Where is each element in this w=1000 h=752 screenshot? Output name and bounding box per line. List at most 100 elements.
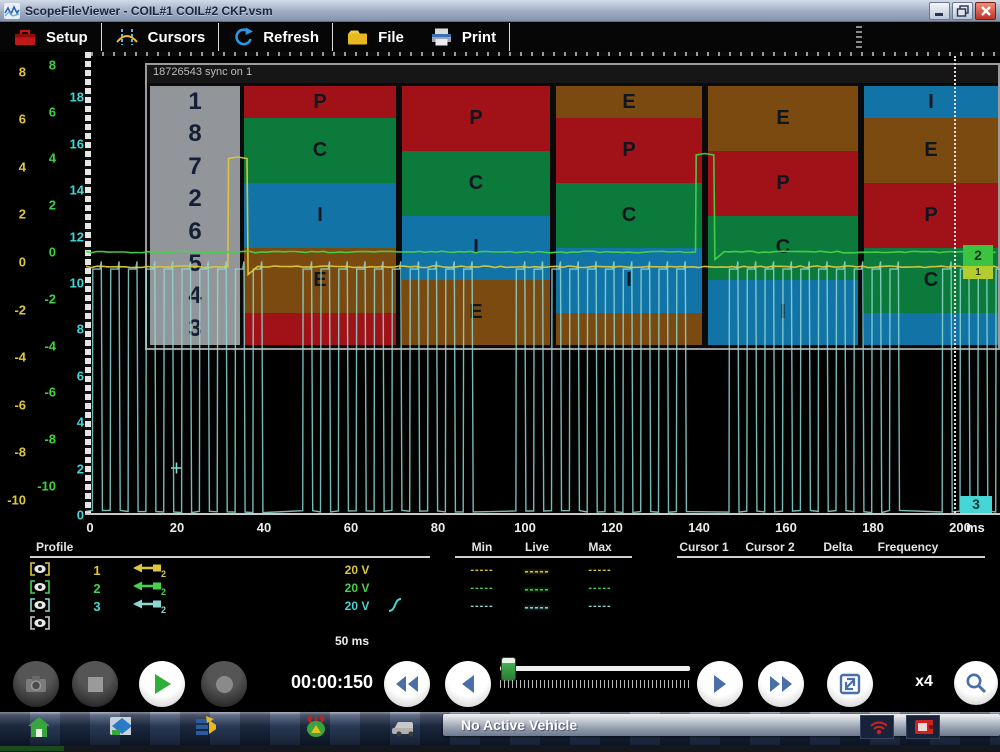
- step-back-icon: [459, 673, 477, 695]
- toolbar-grip[interactable]: [856, 26, 862, 48]
- setup-button[interactable]: Setup: [0, 22, 101, 52]
- step-back-button[interactable]: [445, 661, 491, 707]
- rewind-button[interactable]: [384, 661, 430, 707]
- window-title: ScopeFileViewer - COIL#1 COIL#2 CKP.vsm: [25, 4, 927, 18]
- wifi-button[interactable]: [860, 715, 894, 739]
- cylinder-number: 2: [150, 187, 240, 211]
- stop-button[interactable]: [72, 661, 118, 707]
- y-axis-tick: -8: [0, 445, 26, 460]
- y-axis-tick: 0: [30, 245, 56, 260]
- measurement-value: -----: [525, 564, 550, 578]
- stroke-label: I: [317, 204, 323, 227]
- print-button[interactable]: Print: [417, 22, 509, 52]
- top-tick-strip: [91, 52, 1000, 56]
- refresh-icon: [232, 27, 254, 47]
- fullscreen-button[interactable]: [827, 661, 873, 707]
- channel1-probe-icon[interactable]: 2: [132, 561, 168, 578]
- profile-header: Profile: [36, 540, 73, 554]
- y-axis-tick: -2: [0, 302, 26, 317]
- y-axis-tick: 16: [58, 136, 84, 151]
- trigger-cross-marker[interactable]: [171, 463, 182, 474]
- stroke-label: P: [622, 139, 635, 162]
- stroke-label: E: [776, 107, 789, 130]
- y-axis-tick: 2: [30, 198, 56, 213]
- time-cursor-line[interactable]: [954, 56, 956, 513]
- y-axis-tick: -8: [30, 432, 56, 447]
- sync-overlay-window[interactable]: 18726543 sync on 1 18726543PCIEPCIEEPCIE…: [145, 63, 1000, 350]
- step-forward-icon: [711, 673, 729, 695]
- device-button[interactable]: [906, 715, 940, 739]
- channel3-visibility-toggle[interactable]: [30, 598, 50, 612]
- channel2-number: 2: [93, 581, 100, 596]
- cylinder-number: 8: [150, 122, 240, 146]
- vehicle-button[interactable]: [385, 714, 419, 740]
- play-button[interactable]: [139, 661, 185, 707]
- channel3-zero-marker[interactable]: 3: [960, 496, 992, 513]
- sync-overlay-title: 18726543 sync on 1: [153, 66, 252, 78]
- step-forward-button[interactable]: [697, 661, 743, 707]
- home-button[interactable]: [21, 714, 55, 740]
- x-axis-tick: 20: [170, 520, 184, 535]
- stroke-label: C: [313, 139, 327, 162]
- channel1-number: 1: [93, 563, 100, 578]
- restore-button[interactable]: [952, 2, 973, 20]
- stroke-label: E: [622, 91, 635, 114]
- y-axis-tick: 6: [58, 368, 84, 383]
- channel1-zero-marker[interactable]: 1: [963, 266, 993, 279]
- measurement-value: -----: [525, 600, 550, 614]
- cylinder-number: 6: [150, 220, 240, 244]
- channel2-visibility-toggle[interactable]: [30, 580, 50, 594]
- close-button[interactable]: [975, 2, 996, 20]
- restore-icon: [955, 4, 971, 18]
- timebase-value: 50 ms: [335, 634, 369, 648]
- y-axis-tick: -10: [0, 493, 26, 508]
- playback-slider-thumb[interactable]: [501, 657, 516, 681]
- stroke-band-C: C: [244, 118, 396, 183]
- channel2-probe-icon[interactable]: 2: [132, 579, 168, 596]
- wifi-icon: [867, 718, 887, 736]
- x-axis-tick: 180: [862, 520, 884, 535]
- screen-button[interactable]: [103, 714, 137, 740]
- x-axis-line: [85, 513, 1000, 515]
- main-toolbar: Setup Cursors Refresh File Print: [0, 22, 1000, 52]
- cursor2-column-header: Cursor 2: [745, 540, 794, 554]
- stroke-label: P: [924, 204, 937, 227]
- delta-column-header: Delta: [823, 540, 852, 554]
- bottom-edge: [0, 745, 1000, 752]
- x-axis-tick: 0: [86, 520, 93, 535]
- x-axis-tick: 80: [431, 520, 445, 535]
- channel4-visibility-toggle[interactable]: [30, 616, 50, 630]
- home-icon: [27, 716, 49, 738]
- file-button[interactable]: File: [333, 22, 417, 52]
- channel3-probe-icon[interactable]: 2: [132, 597, 168, 614]
- stroke-label: C: [622, 204, 636, 227]
- folder-icon: [346, 27, 369, 47]
- sync-overlay-titlebar[interactable]: 18726543 sync on 1: [147, 65, 998, 84]
- magnifier-icon: [964, 671, 988, 695]
- fast-forward-button[interactable]: [758, 661, 804, 707]
- y-axis-tick: 8: [0, 64, 26, 79]
- y-axis-tick: 0: [58, 508, 84, 523]
- list-button[interactable]: [188, 714, 222, 740]
- channel1-visibility-toggle[interactable]: [30, 562, 50, 576]
- close-icon: [978, 4, 994, 18]
- fast-forward-icon: [768, 674, 794, 694]
- cursors-button[interactable]: Cursors: [102, 22, 219, 52]
- minimize-button[interactable]: [929, 2, 950, 20]
- snapshot-button[interactable]: [13, 661, 59, 707]
- toolbox-icon: [13, 27, 37, 47]
- y-axis-tick: 8: [30, 57, 56, 72]
- cursor1-column-header: Cursor 1: [679, 540, 728, 554]
- measurement-value: -----: [470, 600, 493, 612]
- channel2-zero-marker[interactable]: 2: [963, 245, 993, 266]
- playback-slider-track[interactable]: [500, 666, 690, 671]
- magnifier-button[interactable]: [954, 661, 998, 705]
- record-button[interactable]: [201, 661, 247, 707]
- stroke-band-P: [244, 313, 396, 345]
- vehicle-icon: [391, 717, 413, 737]
- vehicle-status-message: No Active Vehicle: [461, 717, 577, 733]
- channel2-scale: 20 V: [345, 581, 370, 595]
- channel3-trigger-slope-icon[interactable]: [386, 596, 404, 614]
- refresh-button[interactable]: Refresh: [219, 22, 332, 52]
- bug-button[interactable]: [297, 714, 331, 740]
